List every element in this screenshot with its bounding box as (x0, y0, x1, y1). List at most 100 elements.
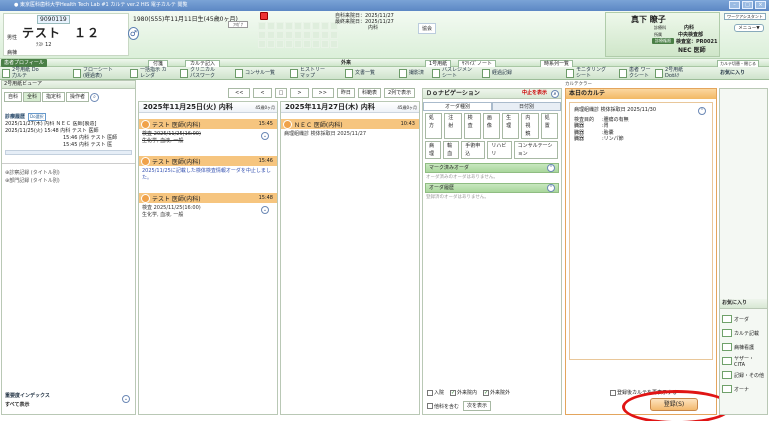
horizontal-scrollbar[interactable] (5, 150, 132, 155)
list-item[interactable]: 2025/11/25(火) 15:48 内科 テスト 医師 (5, 128, 132, 135)
user-panel: 真下 瞭子 診療科 内科 所属 中央検査部 診療権限 検査室：PR0021 NE… (605, 12, 720, 57)
do-select-button[interactable]: Do選択 (28, 113, 46, 121)
form-icon (655, 69, 663, 78)
entry-body: 検査-2025/11/25(16:00) 生化学, 血液, 一般 ⌄ (142, 131, 269, 144)
tab-own-dept[interactable]: 自科 (4, 92, 23, 102)
show-next-button[interactable]: 次を表示 (463, 401, 492, 411)
nav-prev2-button[interactable]: << (228, 88, 251, 98)
list-item[interactable]: 15:45 内科 テスト 医 (5, 142, 132, 149)
favorite-order[interactable]: オーダ (722, 312, 765, 326)
toolbar-worksheet[interactable]: 患者 ワークシート (619, 67, 655, 79)
close-icon[interactable]: × (755, 1, 766, 9)
expand-icon[interactable]: ⌄ (261, 206, 269, 214)
karte-editor[interactable]: 病理組織診 検体採取日 2025/11/30 ⌃ 検査目的:腫瘍の有無 臓器:胃… (569, 102, 713, 360)
toolbar-history-map[interactable]: ヒストリー マップ (290, 67, 328, 79)
search-icon[interactable]: ⌕ (90, 92, 100, 102)
category-button[interactable]: 処置 (540, 113, 558, 139)
minimize-icon[interactable]: – (729, 1, 740, 9)
favorite-records[interactable]: 記録・その他 (722, 368, 765, 382)
tab-selected-dept[interactable]: 指定科 (42, 92, 66, 102)
favorite-karte[interactable]: カルテ記載 (722, 326, 765, 340)
last-visit-date: 最終来院日：2025/11/27 (335, 19, 394, 25)
category-button[interactable]: リハビリ (487, 141, 512, 159)
toolbar-flowsheet[interactable]: フローシート (経過表) (73, 67, 117, 79)
doctor-avatar-icon (141, 119, 150, 129)
timeline-nav: << < □ > >> 昨日 科範表 2列で表示 (228, 88, 416, 98)
favorite-owner[interactable]: オーナ (722, 382, 765, 396)
tab-by-date[interactable]: 日付別 (492, 102, 561, 111)
toolbar-document-list[interactable]: 文書一覧 (345, 68, 375, 79)
nav-next2-button[interactable]: >> (311, 88, 334, 98)
toolbar-do-karte[interactable]: 2号用紙 Do力ルテ (2, 67, 42, 79)
tab-all-dept[interactable]: 全科 (23, 92, 42, 102)
menu-patient-profile[interactable]: 患者プロフィール (1, 59, 47, 67)
flowsheet-icon (73, 69, 81, 78)
chevron-down-icon[interactable]: ⌄ (122, 395, 130, 403)
toolbar-consult-list[interactable]: コンサル一覧 (235, 68, 275, 79)
toolbar-clinical-path[interactable]: クリニカル パスワーク (180, 67, 220, 79)
order-history-header[interactable]: オーダ履歴 ⌃ (425, 183, 559, 193)
toolbar-monitoring[interactable]: モニタリング シート (566, 67, 606, 79)
toolbar-do-karte-2[interactable]: 2号用紙 Doｶﾙﾃ (655, 67, 691, 79)
collapse-icon[interactable]: ⌃ (698, 107, 706, 115)
karte-clear-tab[interactable]: カルテクラー (565, 81, 592, 87)
list-item[interactable]: 15:46 内科 テスト 医師 (5, 135, 132, 142)
toolbar-regimen[interactable]: バスレジメン シート (432, 67, 474, 79)
entry-header[interactable]: ＮＥＣ 医師(内科) 10:43 (281, 119, 419, 129)
entry-header[interactable]: テスト 医師(内科) 15:45 (139, 119, 277, 129)
collapse-icon[interactable]: ⌃ (547, 184, 555, 192)
filter-checkboxes: 入院 ✓ 外来院内 ✓ 外来院外 (427, 389, 510, 396)
user-dept: 内科 (684, 25, 695, 31)
favorite-cita[interactable]: ヤザー・CITA (722, 354, 765, 368)
list-item[interactable]: 2025/11/27(木) 内科 ＮＥＣ 医師[製造] (5, 121, 132, 128)
category-button[interactable]: 輸血 (443, 141, 460, 159)
category-button[interactable]: 処方 (425, 113, 443, 139)
expand-icon[interactable]: ⌄ (261, 132, 269, 140)
outpatient-out-checkbox[interactable]: ✓ 外来院外 (483, 389, 510, 396)
marked-orders-empty: オーダ済みのオーダはありません。 (426, 175, 498, 180)
maximize-icon[interactable]: □ (742, 1, 753, 9)
work-assistant-button[interactable]: ワークアシスタント (724, 13, 766, 20)
toolbar-progress[interactable]: 経過記録 (482, 68, 512, 79)
entry-header[interactable]: テスト 医師(内科) 15:46 (139, 156, 277, 166)
category-button[interactable]: 手術申込 (461, 141, 486, 159)
other-dept-checkbox[interactable]: 他科を含む (427, 403, 459, 410)
alert-icon[interactable] (260, 12, 268, 20)
nav-prev-button[interactable]: < (253, 88, 272, 98)
consult-button[interactable]: 協会 (418, 23, 437, 34)
entry-header[interactable]: テスト 医師(内科) 15:48 (139, 193, 277, 203)
category-button[interactable]: 検査 (463, 113, 481, 139)
menubar: 患者プロフィール 付箋 カルテ記入 外来 1号用紙 ｻﾏﾘｲｽﾞノート 時系列一… (0, 59, 769, 68)
inpatient-checkbox[interactable]: 入院 (427, 389, 444, 396)
nav-next-button[interactable]: > (290, 88, 309, 98)
nav-dept-button[interactable]: 科範表 (357, 88, 381, 98)
category-button[interactable]: 生理 (502, 113, 520, 139)
category-button[interactable]: 内視鏡 (521, 113, 539, 139)
category-button[interactable]: 画像 (482, 113, 501, 139)
tab-order-type[interactable]: オーダ種別 (423, 102, 492, 111)
outpatient-in-checkbox[interactable]: ✓ 外来院内 (450, 389, 477, 396)
nav-today-button[interactable]: 昨日 (336, 88, 355, 98)
toolbar-calendar[interactable]: 一括指示 カレンダ (130, 67, 170, 79)
show-cancelled-toggle[interactable]: 中止を表示 (522, 89, 547, 98)
category-button[interactable]: 注射 (444, 113, 462, 139)
tree-exam-records[interactable]: ⊕診察記録 (タイトル別) (5, 169, 132, 177)
marked-orders-header[interactable]: マーク済みオーダ ⌃ (425, 163, 559, 173)
cita-icon (722, 357, 732, 365)
collapse-icon[interactable]: ⌃ (547, 164, 555, 172)
order-category-grid: 処方 注射 検査 画像 生理 内視鏡 処置 (423, 111, 561, 141)
toolbar-favorites[interactable]: お気に入り (720, 68, 745, 79)
favorite-nursing[interactable]: 病棟看護 (722, 340, 765, 354)
tab-operator[interactable]: 操作者 (66, 92, 90, 102)
furigana-button[interactable]: ﾌﾘｶﾞﾅ (228, 21, 248, 28)
nav-mid-button[interactable]: □ (274, 88, 288, 98)
monitor-icon (566, 69, 574, 78)
menu-button[interactable]: メニュー▼ (734, 24, 764, 32)
category-button[interactable]: 病理 (425, 141, 442, 159)
status-grid (258, 22, 338, 57)
tree-dept-records[interactable]: ⊕部門記録 (タイトル別) (5, 177, 132, 185)
toolbar-imaged[interactable]: 撮影済 (399, 68, 424, 79)
nav-two-column-button[interactable]: 2列で表示 (383, 88, 416, 98)
category-button[interactable]: コンサルテーション (513, 141, 558, 159)
search-icon[interactable]: ⌕ (551, 90, 559, 98)
